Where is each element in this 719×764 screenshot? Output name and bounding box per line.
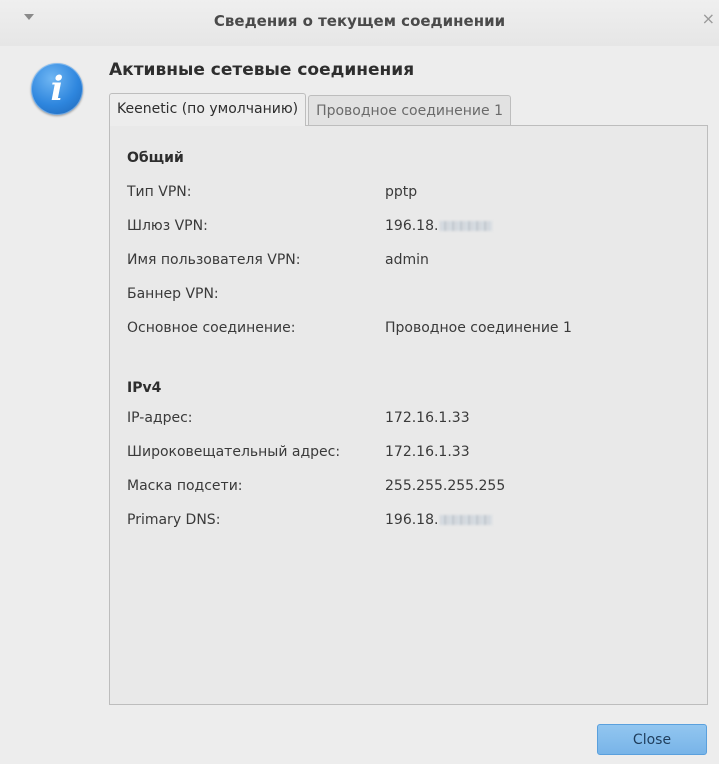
info-icon: i: [31, 63, 83, 115]
detail-value: pptp: [385, 184, 418, 200]
redaction-blur: [440, 515, 493, 525]
detail-row: Primary DNS: 196.18.: [127, 512, 687, 532]
detail-row: Основное соединение: Проводное соединени…: [127, 320, 687, 340]
detail-label: Основное соединение:: [127, 320, 296, 336]
detail-label: Тип VPN:: [127, 184, 192, 200]
detail-row: Тип VPN: pptp: [127, 184, 687, 204]
detail-label: Primary DNS:: [127, 512, 221, 528]
window-title: Сведения о текущем соединении: [213, 12, 506, 30]
close-button[interactable]: Close: [597, 724, 707, 755]
detail-label: IP-адрес:: [127, 410, 193, 426]
detail-label: Шлюз VPN:: [127, 218, 208, 234]
detail-value: 196.18.: [385, 218, 439, 234]
detail-label: Маска подсети:: [127, 478, 243, 494]
connection-info-dialog: Сведения о текущем соединении × i Активн…: [0, 0, 719, 764]
tab-keenetic[interactable]: Keenetic (по умолчанию): [109, 93, 307, 126]
detail-row: Маска подсети: 255.255.255.255: [127, 478, 687, 498]
connection-tabs: Keenetic (по умолчанию) Проводное соедин…: [109, 93, 513, 126]
info-glyph: i: [50, 69, 64, 109]
detail-value-redacted: 196.18.: [385, 218, 493, 234]
connection-details-panel: Общий Тип VPN: pptp Шлюз VPN: 196.18. Им…: [109, 125, 708, 705]
detail-value-redacted: 196.18.: [385, 512, 493, 528]
detail-value: 172.16.1.33: [385, 410, 470, 426]
detail-row: Имя пользователя VPN: admin: [127, 252, 687, 272]
detail-value: 172.16.1.33: [385, 444, 470, 460]
detail-row: Баннер VPN:: [127, 286, 687, 306]
close-icon[interactable]: ×: [702, 9, 715, 28]
detail-row: Шлюз VPN: 196.18.: [127, 218, 687, 238]
tab-wired-connection-1[interactable]: Проводное соединение 1: [308, 95, 511, 126]
detail-value: admin: [385, 252, 429, 268]
detail-row: IP-адрес: 172.16.1.33: [127, 410, 687, 430]
page-title: Активные сетевые соединения: [109, 60, 415, 80]
title-bar: Сведения о текущем соединении ×: [0, 0, 719, 46]
section-title-ipv4: IPv4: [127, 380, 162, 396]
redaction-blur: [440, 221, 493, 231]
detail-value: 255.255.255.255: [385, 478, 506, 494]
section-title-general: Общий: [127, 150, 184, 166]
detail-label: Широковещательный адрес:: [127, 444, 341, 460]
detail-row: Широковещательный адрес: 172.16.1.33: [127, 444, 687, 464]
detail-value: 196.18.: [385, 512, 439, 528]
detail-value: Проводное соединение 1: [385, 320, 572, 336]
detail-label: Имя пользователя VPN:: [127, 252, 301, 268]
detail-label: Баннер VPN:: [127, 286, 219, 302]
